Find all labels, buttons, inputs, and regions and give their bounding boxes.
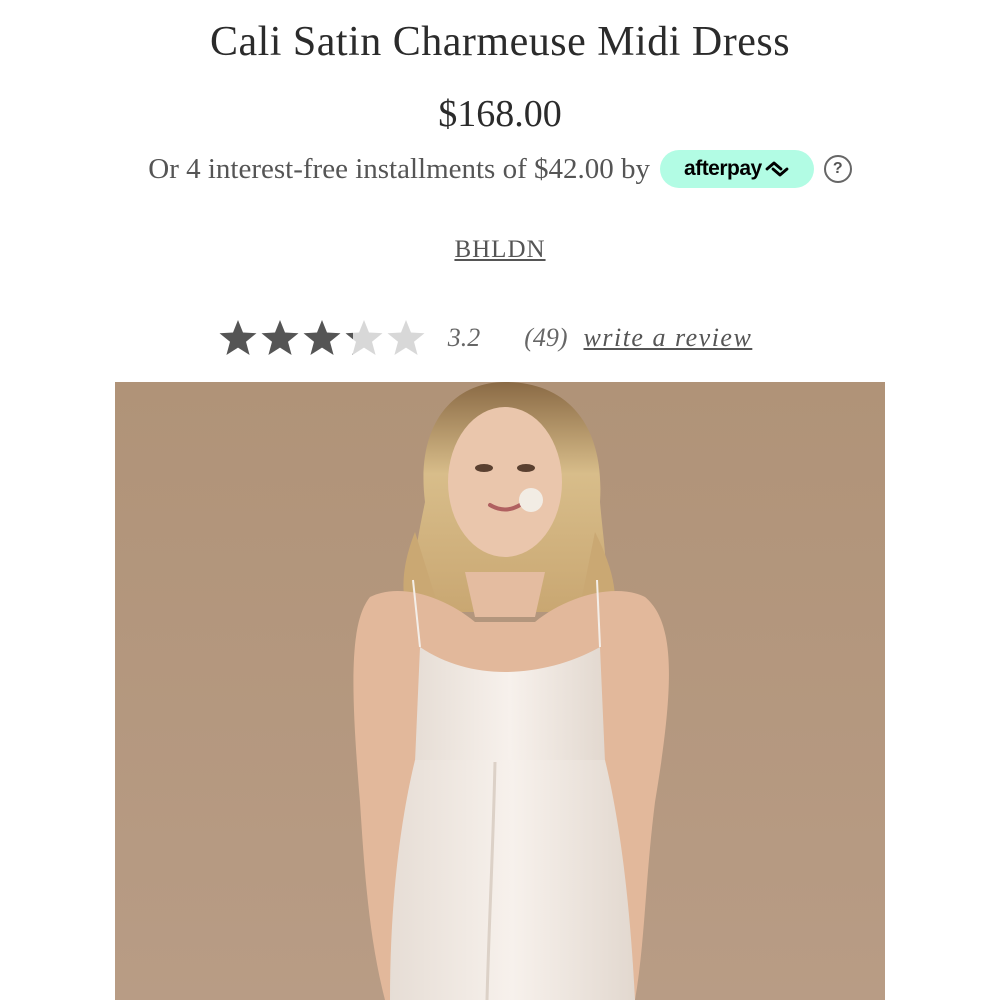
question-circle-icon[interactable]: ? [823, 155, 852, 183]
installments-text: Or 4 interest-free installments of $42.0… [148, 152, 651, 185]
write-review-link[interactable]: write a review [584, 323, 753, 353]
rating-row: 3.2 (49) write a review [0, 318, 1000, 358]
star-icon [387, 320, 425, 355]
brand-row: BHLDN [0, 236, 1000, 264]
product-price: $168.00 [438, 93, 562, 135]
afterpay-label: afterpay [684, 157, 762, 180]
star-icon [303, 320, 341, 355]
star-icon [345, 320, 383, 355]
star-rating[interactable] [218, 318, 428, 358]
product-image[interactable] [115, 382, 885, 1000]
afterpay-badge[interactable]: afterpay [660, 150, 814, 188]
afterpay-arrows-icon [765, 161, 789, 177]
star-icon [219, 320, 257, 355]
rating-value: 3.2 [447, 323, 481, 352]
star-icon [261, 320, 299, 355]
brand-link[interactable]: BHLDN [454, 236, 545, 263]
installments-row: Or 4 interest-free installments of $42.0… [0, 150, 1000, 188]
model-photo [115, 382, 885, 1000]
product-title: Cali Satin Charmeuse Midi Dress [209, 19, 791, 65]
review-count[interactable]: (49) [524, 323, 567, 353]
